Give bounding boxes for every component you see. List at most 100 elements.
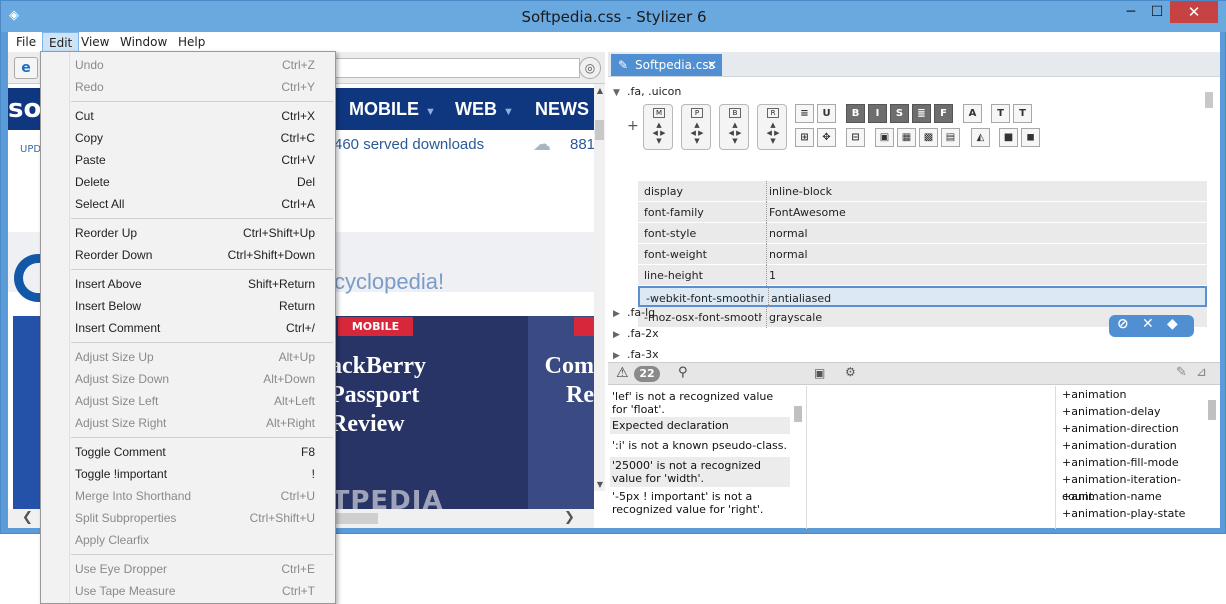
- close-tab-icon[interactable]: ✕: [707, 54, 717, 76]
- property-row[interactable]: font-family FontAwesome: [638, 202, 1207, 223]
- warning-item[interactable]: 'lef' is not a recognized value for 'flo…: [610, 388, 790, 418]
- refresh-icon[interactable]: ◎: [579, 57, 601, 79]
- bg-repeat-icon[interactable]: ▦: [897, 128, 916, 147]
- italic-icon[interactable]: I: [868, 104, 887, 123]
- warning-icon[interactable]: ⚠: [616, 365, 629, 381]
- property-row[interactable]: line-height 1: [638, 265, 1207, 286]
- palette-item[interactable]: +animation-fill-mode: [1062, 454, 1179, 471]
- palette-item[interactable]: +animation-duration: [1062, 437, 1177, 454]
- property-value[interactable]: FontAwesome: [766, 202, 846, 223]
- menu-item-use-eye-dropper[interactable]: Use Eye Dropper Ctrl+E: [41, 558, 335, 580]
- menu-edit[interactable]: Edit: [42, 32, 80, 52]
- warning-item[interactable]: '-5px ! important' is not a recognized v…: [610, 488, 790, 518]
- close-button[interactable]: ✕: [1170, 1, 1218, 23]
- article-headline[interactable]: ackBerry Passport Review: [330, 352, 426, 439]
- palette-item[interactable]: +animation-delay: [1062, 403, 1161, 420]
- image-icon[interactable]: ▣: [814, 366, 825, 380]
- search-icon[interactable]: ⚲: [678, 365, 688, 380]
- menu-item-adjust-size-down[interactable]: Adjust Size Down Alt+Down: [41, 368, 335, 390]
- text-transform-icon[interactable]: T: [991, 104, 1010, 123]
- property-name[interactable]: font-family: [644, 202, 762, 223]
- underline-icon[interactable]: U: [817, 104, 836, 123]
- warning-item[interactable]: '25000' is not a recognized value for 'w…: [610, 457, 790, 487]
- property-row[interactable]: font-weight normal: [638, 244, 1207, 265]
- property-value[interactable]: normal: [766, 244, 808, 265]
- text-color-icon[interactable]: A: [963, 104, 982, 123]
- palette-item[interactable]: +animation-name: [1062, 488, 1162, 505]
- delete-icon[interactable]: ✕: [1142, 316, 1154, 332]
- category-tag-2[interactable]: [574, 317, 594, 336]
- tape-measure-icon[interactable]: ⊿: [1196, 365, 1207, 380]
- padding-tool[interactable]: P ▲ ◀ ▶ ▼: [681, 104, 711, 150]
- add-icon[interactable]: +: [627, 118, 639, 134]
- expand-icon[interactable]: ▶: [613, 325, 627, 345]
- vertical-scrollbar[interactable]: ▲ ▼: [594, 84, 605, 491]
- scroll-thumb[interactable]: [1208, 400, 1216, 420]
- selector-row[interactable]: ▶ .fa-2x: [613, 324, 659, 344]
- menu-item-use-tape-measure[interactable]: Use Tape Measure Ctrl+T: [41, 580, 335, 602]
- property-name[interactable]: font-style: [644, 223, 762, 244]
- palette-item[interactable]: +animation-play-state: [1062, 505, 1185, 522]
- expand-icon[interactable]: ▼: [613, 83, 627, 103]
- float-icon[interactable]: ⊞: [795, 128, 814, 147]
- property-value[interactable]: 1: [766, 265, 776, 286]
- warning-item[interactable]: ':i' is not a known pseudo-class.: [610, 437, 790, 454]
- scroll-right-icon[interactable]: ❯: [564, 510, 575, 525]
- property-name[interactable]: line-height: [644, 265, 762, 286]
- selector-row[interactable]: ▶ .fa-lg: [613, 303, 655, 323]
- category-tag[interactable]: MOBILE: [338, 317, 413, 336]
- property-row[interactable]: -webkit-font-smoothing antialiased: [638, 286, 1207, 309]
- nav-item-news[interactable]: NEWS: [535, 99, 589, 120]
- palette-item[interactable]: +animation-direction: [1062, 420, 1179, 437]
- scroll-thumb[interactable]: [1205, 92, 1213, 108]
- bg-size-icon[interactable]: ▤: [941, 128, 960, 147]
- menu-item-insert-below[interactable]: Insert Below Return: [41, 295, 335, 317]
- scroll-thumb[interactable]: [595, 120, 604, 140]
- updates-link[interactable]: UPD: [20, 144, 41, 155]
- menu-item-adjust-size-left[interactable]: Adjust Size Left Alt+Left: [41, 390, 335, 412]
- image-icon[interactable]: ▣: [875, 128, 894, 147]
- warning-count-badge[interactable]: 22: [634, 366, 660, 382]
- property-row[interactable]: font-style normal: [638, 223, 1207, 244]
- menu-item-select-all[interactable]: Select All Ctrl+A: [41, 193, 335, 215]
- palette-item[interactable]: +animation: [1062, 386, 1127, 403]
- margin-tool[interactable]: M ▲ ◀ ▶ ▼: [643, 104, 673, 150]
- disable-icon[interactable]: ⊘: [1117, 316, 1129, 332]
- menu-item-cut[interactable]: Cut Ctrl+X: [41, 105, 335, 127]
- strike-icon[interactable]: S: [890, 104, 909, 123]
- nav-item-mobile[interactable]: MOBILE ▼: [349, 99, 436, 120]
- scroll-left-icon[interactable]: ❮: [22, 510, 33, 525]
- minimize-button[interactable]: ─: [1118, 1, 1144, 23]
- menu-file[interactable]: File: [10, 32, 42, 52]
- scroll-thumb[interactable]: [794, 406, 802, 422]
- menu-item-delete[interactable]: Delete Del: [41, 171, 335, 193]
- property-value[interactable]: antialiased: [768, 288, 831, 309]
- article-headline-2[interactable]: Com Re: [542, 352, 594, 410]
- bold-icon[interactable]: B: [846, 104, 865, 123]
- menu-item-split-subproperties[interactable]: Split Subproperties Ctrl+Shift+U: [41, 507, 335, 529]
- line-height-icon[interactable]: ≣: [912, 104, 931, 123]
- menu-item-insert-above[interactable]: Insert Above Shift+Return: [41, 273, 335, 295]
- property-name[interactable]: display: [644, 181, 762, 202]
- property-name[interactable]: font-weight: [644, 244, 762, 265]
- menu-item-paste[interactable]: Paste Ctrl+V: [41, 149, 335, 171]
- menu-item-insert-comment[interactable]: Insert Comment Ctrl+/: [41, 317, 335, 339]
- property-name[interactable]: -webkit-font-smoothing: [646, 288, 764, 309]
- menu-item-apply-clearfix[interactable]: Apply Clearfix: [41, 529, 335, 551]
- browser-engine-icon[interactable]: e: [14, 57, 38, 79]
- warning-item[interactable]: Expected declaration: [610, 417, 790, 434]
- menu-item-adjust-size-up[interactable]: Adjust Size Up Alt+Up: [41, 346, 335, 368]
- menu-item-merge-into-shorthand[interactable]: Merge Into Shorthand Ctrl+U: [41, 485, 335, 507]
- font-icon[interactable]: F: [934, 104, 953, 123]
- settings-icon[interactable]: ⚙: [845, 365, 856, 379]
- menu-item-toggle-important[interactable]: Toggle !important!: [41, 463, 335, 485]
- menu-item-copy[interactable]: Copy Ctrl+C: [41, 127, 335, 149]
- expand-icon[interactable]: ▶: [613, 304, 627, 324]
- menu-item-toggle-comment[interactable]: Toggle Comment F8: [41, 441, 335, 463]
- bg-position-icon[interactable]: ▩: [919, 128, 938, 147]
- important-icon[interactable]: ◆: [1167, 316, 1178, 332]
- menu-item-redo[interactable]: Redo Ctrl+Y: [41, 76, 335, 98]
- menu-item-undo[interactable]: Undo Ctrl+Z: [41, 54, 335, 76]
- box-shadow-icon[interactable]: ■: [999, 128, 1018, 147]
- nav-item-web[interactable]: WEB ▼: [455, 99, 514, 120]
